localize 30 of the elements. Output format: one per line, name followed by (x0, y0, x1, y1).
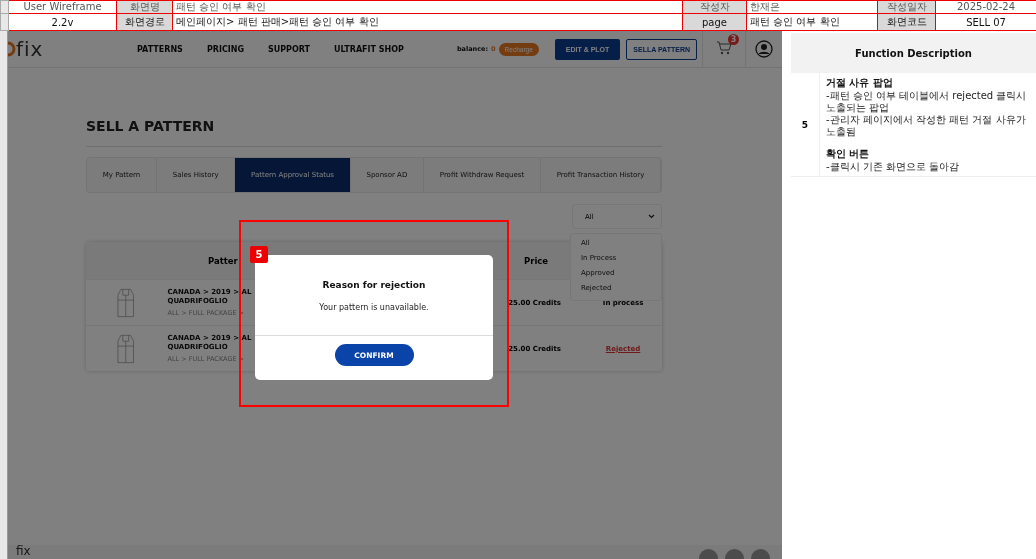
table-cell: 화면명 (116, 0, 173, 14)
column-header: Price (524, 255, 549, 266)
table-cell: 메인페이지> 패턴 판매>패턴 승인 여부 확인 (172, 13, 683, 31)
nav-link[interactable]: ULTRAFIT SHOP (334, 44, 404, 54)
table-cell: 패턴 승인 여부 확인 (746, 13, 878, 31)
nav-link[interactable]: SUPPORT (268, 44, 311, 54)
page-title: SELL A PATTERN (86, 118, 662, 147)
item-heading: 확인 버튼 (826, 147, 871, 161)
description-text: -관리자 페이지에서 작성한 패턴 거절 사유가 노출됨 (826, 114, 1027, 138)
column-header: Patter (208, 255, 239, 266)
table-cell: 2025-02-24 (935, 0, 1036, 14)
panel-title: Function Description (855, 47, 972, 59)
dialog-title: Reason for rejection (322, 280, 426, 290)
annotation-marker: 5 (250, 246, 268, 263)
item-heading: 거절 사유 팝업 (826, 76, 894, 90)
table-cell: 한재은 (746, 0, 878, 14)
table-cell: 작성자 (682, 0, 747, 14)
site-logo[interactable]: fix (16, 37, 44, 61)
table-cell: 2.2v (8, 13, 117, 31)
nav-link[interactable]: PRICING (206, 44, 244, 54)
dialog-message: Your pattern is unavailable. (319, 303, 429, 312)
table-cell: 작성일자 (877, 0, 936, 14)
description-text: -패턴 승인 여부 테이블에서 rejected 클릭시 노출되는 팝업 (826, 90, 1028, 114)
row-number: 5 (791, 73, 820, 176)
footer-logo: fix (16, 545, 31, 558)
table-cell: 패턴 승인 여부 확인 (172, 0, 683, 14)
cart-count-badge: 3 (728, 33, 739, 45)
table-cell: User Wireframe (8, 0, 117, 14)
nav-link[interactable]: PATTERNS (137, 44, 183, 54)
description-text: -클릭시 기존 화면으로 돌아감 (826, 161, 961, 173)
